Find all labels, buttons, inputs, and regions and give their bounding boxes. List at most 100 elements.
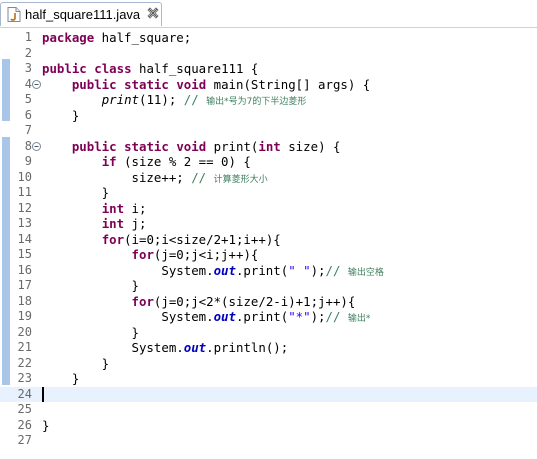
- code-token: //: [325, 309, 348, 324]
- code-token: half_square;: [94, 30, 192, 45]
- code-line-14[interactable]: 14 for(i=0;i<size/2+1;i++){: [0, 232, 537, 248]
- code-line-21[interactable]: 21 System.out.println();: [0, 340, 537, 356]
- code-text: for(j=0;j<2*(size/2-i)+1;j++){: [42, 293, 356, 310]
- code-token: System.: [42, 309, 214, 324]
- code-token: out: [183, 340, 207, 355]
- code-line-26[interactable]: 26}: [0, 418, 537, 434]
- line-number: 20: [17, 324, 32, 339]
- code-line-22[interactable]: 22 }: [0, 356, 537, 372]
- line-number: 8: [24, 138, 32, 153]
- code-editor[interactable]: 1 package half_square; 2 3 public class half…: [0, 28, 537, 459]
- line-number: 17: [17, 278, 32, 292]
- code-token: System.: [42, 340, 184, 355]
- code-line-25[interactable]: 25: [0, 402, 537, 418]
- code-text: for(i=0;i<size/2+1;i++){: [42, 232, 281, 248]
- line-number: 22: [17, 355, 32, 370]
- code-token: static: [124, 138, 169, 154]
- code-token: //: [325, 262, 348, 278]
- code-token: for: [131, 293, 154, 309]
- code-line-7[interactable]: 7: [0, 123, 537, 139]
- code-line-23[interactable]: 23 }: [0, 371, 537, 387]
- code-token: (i=0;i<size/2+1;i++){: [124, 231, 281, 247]
- code-token: 计算菱形大小: [213, 174, 268, 185]
- code-token: i;: [124, 200, 147, 216]
- code-line-15[interactable]: 15 for(j=0;j<i;j++){: [0, 247, 537, 263]
- code-token: .print(: [235, 262, 289, 278]
- line-number: 1: [24, 30, 32, 44]
- code-token: (j=0;j<2*(size/2-i)+1;j++){: [153, 293, 356, 309]
- code-token: //: [191, 169, 214, 185]
- line-number: 14: [17, 231, 32, 246]
- code-line-13[interactable]: 13 int j;: [0, 216, 537, 232]
- code-token: int: [101, 200, 125, 216]
- line-number: 6: [24, 107, 32, 122]
- line-number: 16: [17, 262, 32, 277]
- code-line-12[interactable]: 12 int i;: [0, 201, 537, 217]
- code-token: size) {: [280, 138, 341, 154]
- code-token: //: [183, 92, 207, 107]
- code-line-6[interactable]: 6 }: [0, 108, 537, 124]
- code-text: }: [42, 356, 109, 372]
- code-token: main(String[] args) {: [206, 76, 371, 92]
- tab-half-square111-java[interactable]: half_square111.java: [0, 2, 162, 26]
- collapse-fold-icon[interactable]: [32, 141, 41, 151]
- code-token: half_square111 {: [131, 61, 259, 76]
- code-text: public static void main(String[] args) {: [42, 77, 370, 93]
- code-token: public: [71, 76, 117, 92]
- line-number: 24: [17, 386, 32, 401]
- code-text: }: [42, 185, 109, 201]
- code-text: System.out.println();: [42, 340, 289, 356]
- code-token: int: [101, 216, 125, 231]
- code-line-10[interactable]: 10 size++; // 计算菱形大小: [0, 170, 537, 186]
- code-text: }: [42, 278, 139, 294]
- close-icon[interactable]: [147, 7, 159, 19]
- line-number: 9: [24, 154, 32, 168]
- code-token: 输出*号为7的下半边菱形: [206, 97, 307, 107]
- collapse-fold-icon[interactable]: [32, 79, 41, 89]
- line-number: 15: [17, 247, 32, 261]
- code-token: print(: [206, 138, 259, 154]
- code-token: " ": [288, 262, 311, 278]
- code-line-16[interactable]: 16 System.out.print(" ");// 输出空格: [0, 263, 537, 279]
- code-line-4[interactable]: 4 public static void main(String[] args)…: [0, 77, 537, 93]
- code-token: void: [176, 76, 207, 92]
- code-line-5[interactable]: 5 print(11); // 输出*号为7的下半边菱形: [0, 92, 537, 108]
- code-token: public: [42, 61, 87, 76]
- line-number: 26: [17, 417, 32, 432]
- code-line-17[interactable]: 17 }: [0, 278, 537, 294]
- line-number: 2: [24, 45, 32, 60]
- line-number: 3: [24, 61, 32, 75]
- code-line-9[interactable]: 9 if (size % 2 == 0) {: [0, 154, 537, 170]
- code-text: public static void print(int size) {: [42, 138, 341, 155]
- code-line-18[interactable]: 18 for(j=0;j<2*(size/2-i)+1;j++){: [0, 294, 537, 310]
- code-token: for: [101, 231, 125, 247]
- code-token: }: [42, 185, 110, 200]
- code-line-19[interactable]: 19 System.out.print("*");// 输出*: [0, 309, 537, 325]
- code-line-27[interactable]: 27: [0, 433, 537, 449]
- line-number: 12: [17, 200, 32, 215]
- code-token: out: [213, 309, 236, 324]
- code-line-2[interactable]: 2: [0, 46, 537, 62]
- line-number: 11: [17, 185, 32, 199]
- code-line-1[interactable]: 1 package half_square;: [0, 30, 537, 46]
- code-token: );: [310, 309, 326, 324]
- line-number: 27: [17, 433, 32, 447]
- code-token: );: [310, 262, 326, 278]
- code-line-11[interactable]: 11 }: [0, 185, 537, 201]
- code-line-3[interactable]: 3 public class half_square111 {: [0, 61, 537, 77]
- code-token: package: [42, 30, 95, 45]
- code-token: (11);: [139, 92, 184, 107]
- code-token: .print(: [235, 309, 289, 324]
- code-line-24[interactable]: 24: [0, 386, 537, 402]
- code-line-8[interactable]: 8 public static void print(int size) {: [0, 139, 537, 155]
- code-token: }: [42, 371, 80, 386]
- code-line-20[interactable]: 20 }: [0, 325, 537, 341]
- code-text: if (size % 2 == 0) {: [42, 154, 251, 170]
- line-number: 7: [24, 123, 32, 137]
- code-token: j;: [124, 216, 147, 231]
